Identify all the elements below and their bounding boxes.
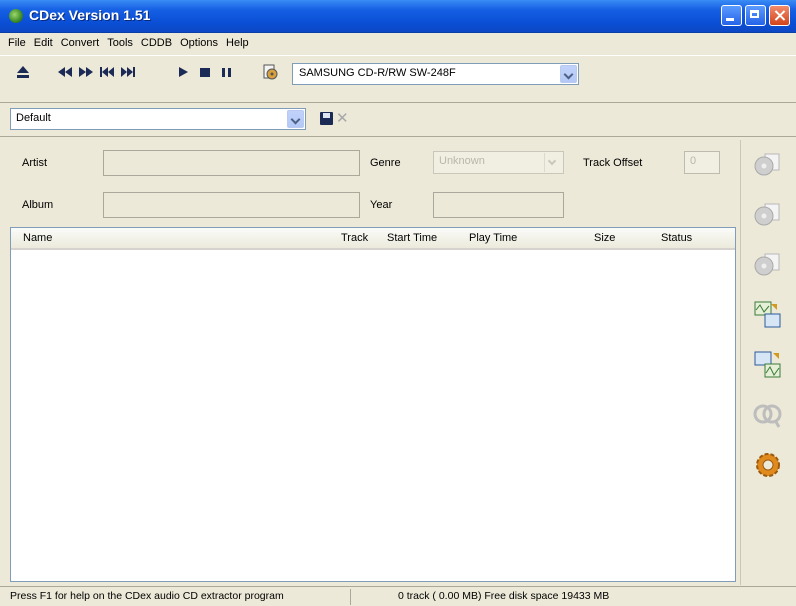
- menu-file[interactable]: File: [4, 37, 30, 49]
- year-label: Year: [370, 199, 393, 211]
- chevron-down-icon[interactable]: [544, 153, 562, 172]
- status-help-text: Press F1 for help on the CDex audio CD e…: [10, 590, 284, 602]
- eject-icon[interactable]: [15, 64, 31, 80]
- artist-input[interactable]: [103, 150, 360, 176]
- column-header-play-time[interactable]: Play Time: [469, 232, 517, 244]
- menu-tools[interactable]: Tools: [103, 37, 137, 49]
- menu-options[interactable]: Options: [176, 37, 222, 49]
- chevron-down-icon[interactable]: [287, 110, 304, 128]
- profile-select[interactable]: Default: [10, 108, 306, 130]
- album-input[interactable]: [103, 192, 360, 218]
- track-list-header: Name Track Start Time Play Time Size Sta…: [11, 228, 735, 250]
- cdex-window: CDex Version 1.51 File Edit Convert Tool…: [0, 0, 796, 606]
- delete-profile-icon[interactable]: ✕: [336, 109, 349, 127]
- genre-label: Genre: [370, 157, 401, 169]
- save-profile-icon[interactable]: [320, 112, 333, 125]
- track-list[interactable]: Name Track Start Time Play Time Size Sta…: [10, 227, 736, 582]
- track-offset-label: Track Offset: [583, 157, 643, 169]
- year-input[interactable]: [433, 192, 564, 218]
- genre-select[interactable]: Unknown: [433, 151, 564, 174]
- play-icon[interactable]: [175, 64, 191, 80]
- menu-bar: File Edit Convert Tools CDDB Options Hel…: [0, 33, 796, 53]
- minimize-button[interactable]: [721, 5, 742, 26]
- extract-tracks-icon[interactable]: [753, 150, 783, 180]
- cd-info-icon[interactable]: [262, 64, 278, 80]
- rewind-icon[interactable]: [57, 64, 73, 80]
- menu-help[interactable]: Help: [222, 37, 253, 49]
- status-info-text: 0 track ( 0.00 MB) Free disk space 19433…: [398, 590, 610, 602]
- maximize-button[interactable]: [745, 5, 766, 26]
- cd-toolbar: SAMSUNG CD-R/RW SW-248F: [0, 55, 796, 103]
- album-label: Album: [22, 199, 54, 211]
- column-header-start-time[interactable]: Start Time: [387, 232, 437, 244]
- menu-convert[interactable]: Convert: [57, 37, 104, 49]
- title-bar[interactable]: CDex Version 1.51: [0, 0, 796, 33]
- menu-edit[interactable]: Edit: [30, 37, 57, 49]
- previous-track-icon[interactable]: [99, 64, 115, 80]
- stop-icon[interactable]: [197, 64, 213, 80]
- close-button[interactable]: [769, 5, 790, 26]
- column-header-track[interactable]: Track: [341, 232, 368, 244]
- next-track-icon[interactable]: [120, 64, 136, 80]
- window-title: CDex Version 1.51: [29, 7, 151, 23]
- cddb-lookup-icon[interactable]: [753, 400, 783, 430]
- column-header-size[interactable]: Size: [594, 232, 615, 244]
- convert-wav-mp3-icon[interactable]: [753, 300, 783, 330]
- configure-icon[interactable]: [753, 450, 783, 480]
- fast-forward-icon[interactable]: [78, 64, 94, 80]
- profile-value: Default: [16, 112, 51, 124]
- pause-icon[interactable]: [219, 64, 235, 80]
- menu-cddb[interactable]: CDDB: [137, 37, 176, 49]
- artist-label: Artist: [22, 157, 48, 169]
- extract-mp3-icon[interactable]: [753, 200, 783, 230]
- drive-select[interactable]: SAMSUNG CD-R/RW SW-248F: [292, 63, 579, 85]
- genre-value: Unknown: [439, 155, 485, 167]
- drive-value: SAMSUNG CD-R/RW SW-248F: [299, 67, 456, 79]
- profile-toolbar: Default ✕: [0, 103, 796, 137]
- status-divider: [350, 589, 351, 605]
- app-icon[interactable]: [9, 9, 23, 23]
- column-header-name[interactable]: Name: [23, 232, 52, 244]
- side-toolbar: [740, 140, 796, 585]
- convert-mp3-wav-icon[interactable]: [753, 350, 783, 380]
- status-bar: Press F1 for help on the CDex audio CD e…: [0, 586, 796, 606]
- column-header-status[interactable]: Status: [661, 232, 692, 244]
- track-offset-value: 0: [690, 155, 697, 167]
- extract-partial-icon[interactable]: [753, 250, 783, 280]
- chevron-down-icon[interactable]: [560, 65, 577, 83]
- track-offset-input[interactable]: 0: [684, 151, 720, 174]
